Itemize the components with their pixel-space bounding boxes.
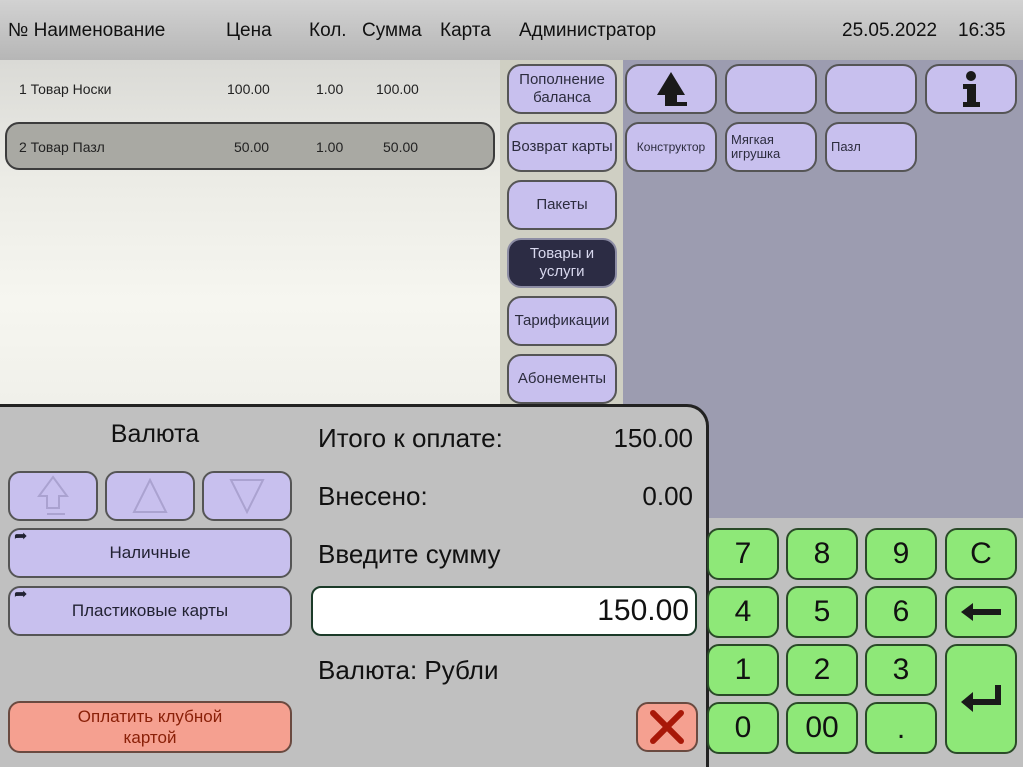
category-topup-button[interactable]: Пополнение баланса	[507, 64, 617, 114]
key-5[interactable]: 5	[786, 586, 858, 638]
key-2[interactable]: 2	[786, 644, 858, 696]
scroll-top-button[interactable]	[8, 471, 98, 521]
key-00[interactable]: 00	[786, 702, 858, 754]
row-qty: 1.00	[316, 81, 344, 97]
order-header: № Наименование Цена Кол. Сумма Карта	[0, 0, 500, 60]
empty-slot-button[interactable]	[825, 64, 917, 114]
pay-cash-button[interactable]: ➦ Наличные	[8, 528, 292, 578]
category-goods-button[interactable]: Товары и услуги	[507, 238, 617, 288]
row-sum: 50.00	[383, 139, 419, 155]
category-packages-button[interactable]: Пакеты	[507, 180, 617, 230]
user-name: Администратор	[519, 20, 657, 41]
key-3[interactable]: 3	[865, 644, 937, 696]
navigate-up-button[interactable]	[625, 64, 717, 114]
category-tariffs-button[interactable]: Тарификации	[507, 296, 617, 346]
enter-amount-label: Введите сумму	[318, 539, 501, 569]
row-price: 100.00	[227, 81, 270, 97]
col-header-card: Карта	[440, 20, 491, 41]
key-1[interactable]: 1	[707, 644, 779, 696]
paid-value: 0.00	[642, 481, 693, 511]
amount-input[interactable]	[311, 586, 697, 636]
row-sum: 100.00	[376, 81, 419, 97]
key-7[interactable]: 7	[707, 528, 779, 580]
scroll-down-button[interactable]	[202, 471, 292, 521]
col-header-qty: Кол.	[309, 20, 347, 41]
row-name: 1 Товар Носки	[19, 81, 112, 97]
scroll-up-icon	[132, 477, 168, 513]
cancel-x-icon	[650, 710, 684, 744]
col-header-name: № Наименование	[8, 20, 166, 41]
col-header-sum: Сумма	[362, 20, 422, 41]
order-list: 1 Товар Носки 100.00 1.00 100.00 2 Товар…	[0, 60, 500, 405]
pay-cash-label: Наличные	[109, 543, 191, 562]
row-price: 50.00	[234, 139, 270, 155]
product-puzzle-button[interactable]: Пазл	[825, 122, 917, 172]
product-soft-toy-button[interactable]: Мягкая игрушка	[725, 122, 817, 172]
col-header-price: Цена	[226, 20, 272, 41]
date-display: 25.05.2022	[842, 20, 938, 41]
up-arrow-icon	[657, 72, 687, 106]
key-4[interactable]: 4	[707, 586, 779, 638]
info-icon	[963, 71, 980, 107]
row-name: 2 Товар Пазл	[19, 139, 105, 155]
key-9[interactable]: 9	[865, 528, 937, 580]
info-button[interactable]	[925, 64, 1017, 114]
empty-slot-button[interactable]	[725, 64, 817, 114]
key-6[interactable]: 6	[865, 586, 937, 638]
key-clear[interactable]: C	[945, 528, 1017, 580]
currency-title: Валюта	[110, 420, 200, 448]
category-return-card-button[interactable]: Возврат карты	[507, 122, 617, 172]
order-row-selected[interactable]: 2 Товар Пазл 50.00 1.00 50.00	[5, 122, 495, 170]
currency-label: Валюта: Рубли	[318, 655, 499, 685]
pay-card-label: Пластиковые карты	[71, 601, 229, 620]
method-arrow-icon: ➦	[14, 528, 28, 545]
row-qty: 1.00	[316, 139, 344, 155]
backspace-icon	[961, 603, 1001, 621]
category-subscriptions-button[interactable]: Абонементы	[507, 354, 617, 404]
key-decimal[interactable]: .	[865, 702, 937, 754]
order-row[interactable]: 1 Товар Носки 100.00 1.00 100.00	[5, 66, 495, 114]
scroll-up-button[interactable]	[105, 471, 195, 521]
backspace-button[interactable]	[945, 586, 1017, 638]
time-display: 16:35	[958, 20, 1006, 41]
total-label: Итого к оплате:	[318, 423, 503, 453]
total-value: 150.00	[613, 423, 693, 453]
method-arrow-icon: ➦	[14, 586, 28, 603]
scroll-top-icon	[37, 475, 69, 515]
pay-club-card-button[interactable]: Оплатить клубной картой	[8, 701, 292, 753]
key-8[interactable]: 8	[786, 528, 858, 580]
enter-button[interactable]	[945, 644, 1017, 754]
paid-label: Внесено:	[318, 481, 428, 511]
key-0[interactable]: 0	[707, 702, 779, 754]
scroll-down-icon	[229, 479, 265, 515]
cancel-button[interactable]	[636, 702, 698, 752]
pay-card-button[interactable]: ➦ Пластиковые карты	[8, 586, 292, 636]
pay-club-card-label: Оплатить клубной картой	[77, 707, 223, 747]
product-constructor-button[interactable]: Конструктор	[625, 122, 717, 172]
enter-icon	[961, 685, 1001, 712]
status-header: Администратор 25.05.2022 16:35	[500, 0, 1023, 60]
